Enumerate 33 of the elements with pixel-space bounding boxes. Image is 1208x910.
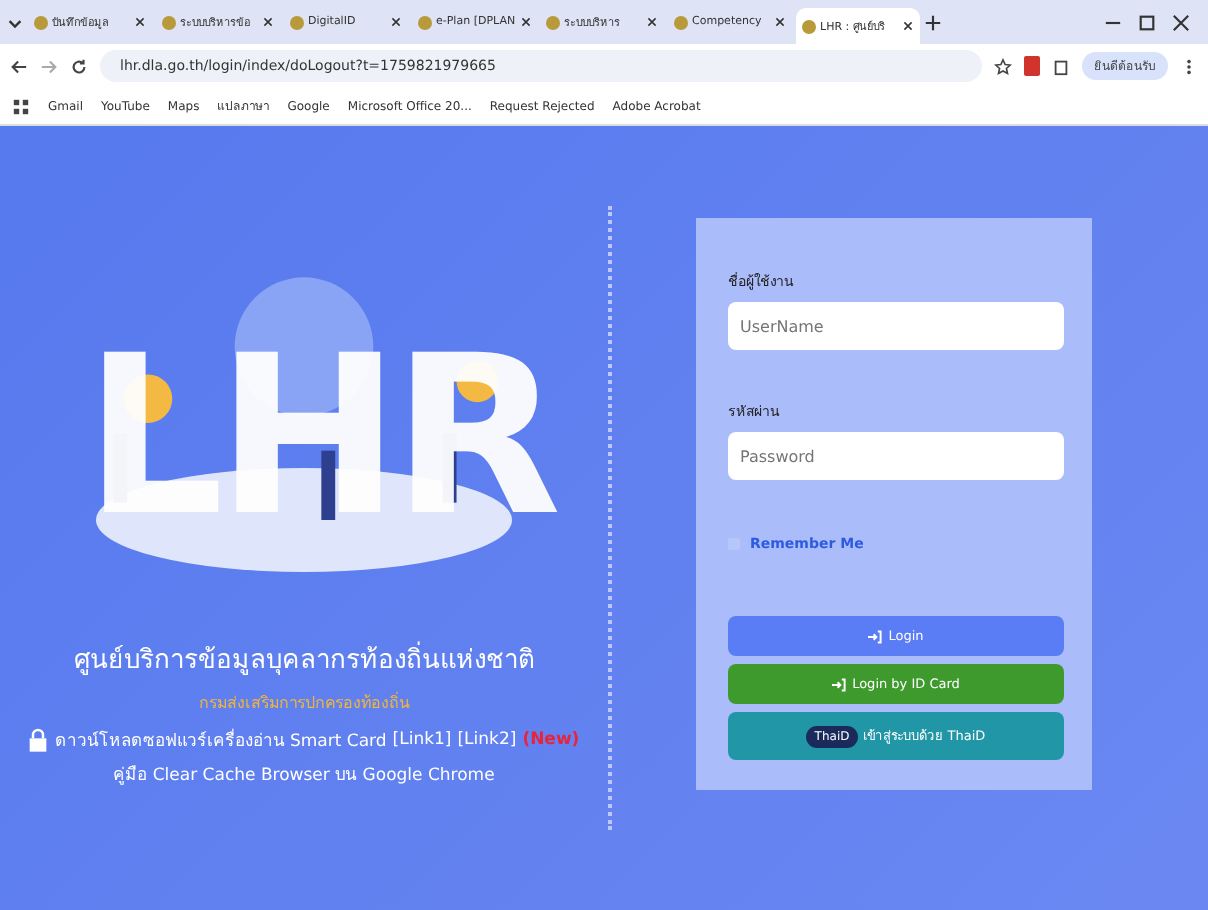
favicon-icon [34, 15, 48, 29]
close-icon[interactable] [519, 16, 532, 28]
site-subtitle: กรมส่งเสริมการปกครองท้องถิ่น [199, 690, 409, 716]
favicon-icon [802, 19, 816, 33]
apps-grid-icon[interactable] [12, 97, 30, 115]
favicon-icon [674, 15, 688, 29]
favicon-icon [162, 15, 176, 29]
close-icon[interactable] [134, 16, 146, 28]
favicon-icon [546, 15, 560, 29]
close-icon[interactable] [646, 16, 658, 28]
download-link[interactable]: [Link2] [457, 730, 517, 750]
new-label: (New) [522, 730, 580, 750]
close-icon[interactable] [902, 20, 914, 32]
star-icon[interactable] [994, 57, 1012, 75]
lock-icon [28, 728, 49, 752]
close-icon[interactable] [1172, 13, 1190, 31]
maximize-icon[interactable] [1138, 13, 1156, 31]
download-text: ดาวน์โหลดซอฟแวร์เครื่องอ่าน Smart Card [54, 726, 387, 754]
close-icon[interactable] [774, 16, 786, 28]
manual-link[interactable]: คู่มือ Clear Cache Browser บน Google Chrome [113, 760, 495, 788]
sign-in-icon [832, 677, 847, 691]
close-icon[interactable] [262, 16, 274, 28]
username-field[interactable]: UserName [728, 302, 1064, 350]
favicon-icon [418, 15, 432, 29]
sign-in-icon [868, 629, 883, 643]
site-title: ศูนย์บริการข้อมูลบุคลากรท้องถิ่นแห่งชาติ [74, 638, 534, 680]
favicon-icon [290, 15, 304, 29]
download-link[interactable]: [Link1] [392, 730, 452, 750]
password-field[interactable]: Password [728, 432, 1064, 480]
back-arrow-icon[interactable] [10, 57, 28, 75]
reload-icon[interactable] [70, 57, 88, 75]
close-icon[interactable] [390, 16, 402, 28]
plus-icon[interactable] [924, 13, 942, 31]
